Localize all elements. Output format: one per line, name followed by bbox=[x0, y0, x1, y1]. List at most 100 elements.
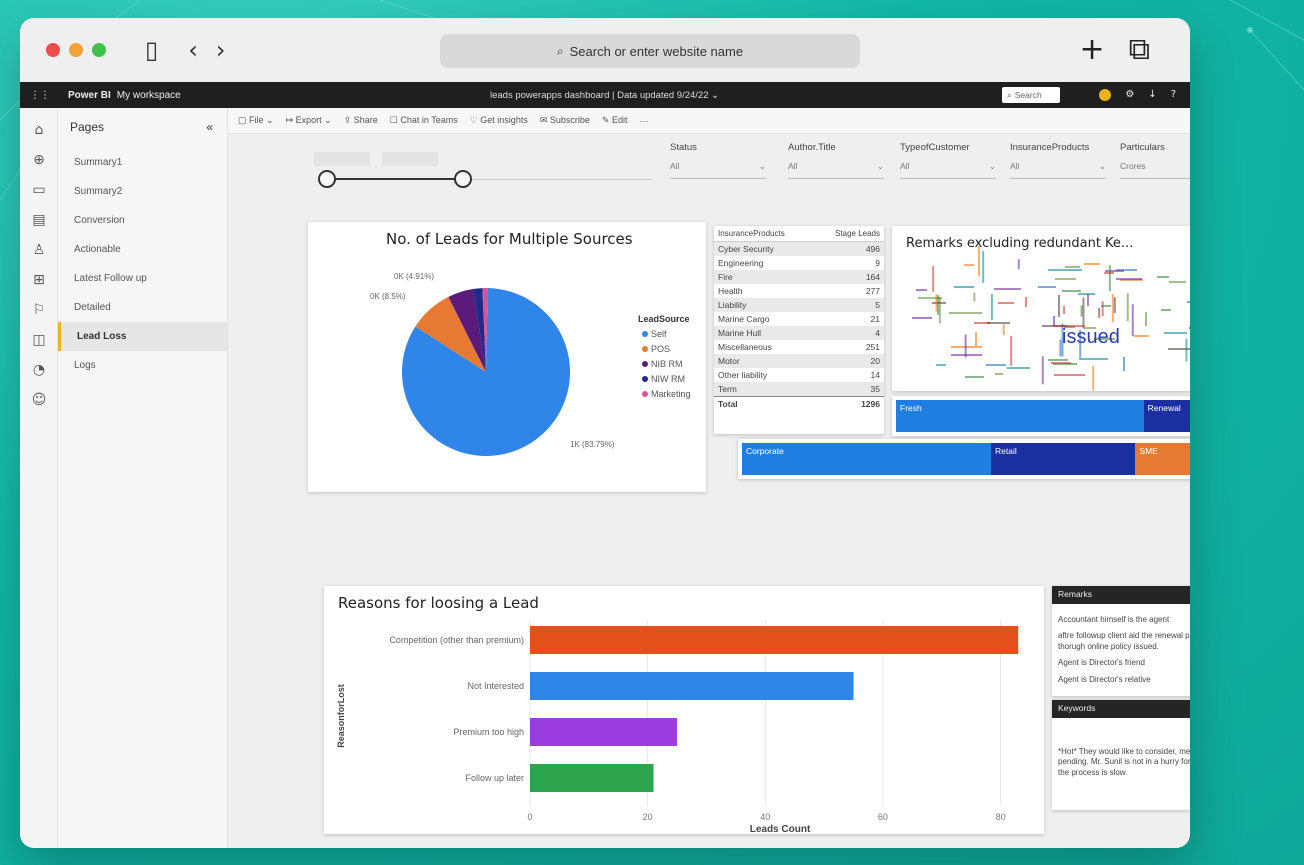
workspaces-icon[interactable]: ◫ bbox=[20, 332, 58, 348]
wordcloud-word[interactable] bbox=[1065, 266, 1081, 269]
slicer-dropdown[interactable]: All ⌄ bbox=[900, 161, 996, 179]
forward-icon[interactable]: › bbox=[216, 36, 226, 64]
wordcloud-word[interactable] bbox=[987, 321, 1011, 324]
wordcloud-word[interactable] bbox=[1009, 336, 1012, 367]
range-end-field[interactable] bbox=[382, 152, 438, 166]
wordcloud-word[interactable] bbox=[1126, 293, 1129, 321]
wordcloud-word[interactable] bbox=[1078, 358, 1109, 361]
remark-row[interactable]: Agent is Director's friend bbox=[1052, 655, 1190, 671]
lead-source-pie-card[interactable]: No. of Leads for Multiple Sources 0K (4.… bbox=[308, 222, 706, 492]
remarks-table[interactable]: Remarks Accountant himself is the agent a… bbox=[1052, 586, 1190, 696]
wordcloud-word[interactable] bbox=[1116, 278, 1142, 281]
page-item[interactable]: Latest Follow up bbox=[58, 264, 227, 293]
learn-icon[interactable]: ⚐ bbox=[20, 302, 58, 318]
wordcloud-word[interactable] bbox=[1058, 294, 1061, 317]
remark-row[interactable]: Agent is Director's relative bbox=[1052, 672, 1190, 688]
customer-segment-bar[interactable]: Corporate Retail SME bbox=[738, 439, 1190, 479]
slicer-dropdown[interactable]: All ⌄ bbox=[670, 161, 766, 179]
wordcloud-word[interactable] bbox=[1054, 374, 1086, 377]
wordcloud-word[interactable] bbox=[1025, 297, 1028, 308]
wordcloud-word[interactable] bbox=[1051, 361, 1071, 364]
wordcloud-word[interactable] bbox=[997, 301, 1014, 304]
legend-item[interactable]: NIW RM bbox=[642, 374, 691, 384]
wordcloud-word[interactable] bbox=[1164, 332, 1187, 335]
home-icon[interactable]: ⌂ bbox=[20, 122, 58, 138]
wordcloud-word[interactable] bbox=[1048, 358, 1068, 361]
wordcloud-word[interactable] bbox=[1002, 324, 1005, 336]
segment[interactable]: Renewal bbox=[1143, 400, 1190, 432]
table-row[interactable]: Miscellaneous 251 bbox=[714, 340, 884, 354]
share-button[interactable]: ⇪ Share bbox=[344, 115, 378, 126]
remark-row[interactable]: Accountant himself is the agent bbox=[1052, 612, 1190, 628]
page-item[interactable]: Actionable bbox=[58, 235, 227, 264]
wordcloud-word[interactable] bbox=[1063, 305, 1066, 315]
table-row[interactable]: Health 277 bbox=[714, 284, 884, 298]
customer-type-bar[interactable]: Fresh Renewal bbox=[892, 396, 1190, 436]
wordcloud-word[interactable] bbox=[1048, 268, 1082, 271]
wordcloud-word[interactable] bbox=[990, 294, 993, 321]
wordcloud-word[interactable] bbox=[977, 246, 980, 277]
wordcloud-word[interactable] bbox=[954, 286, 974, 289]
wordcloud-word[interactable] bbox=[1114, 296, 1117, 313]
col-header-product[interactable]: InsuranceProducts bbox=[714, 226, 814, 242]
legend-item[interactable]: Self bbox=[642, 329, 691, 339]
wordcloud-word[interactable] bbox=[981, 250, 984, 284]
slicer[interactable]: Author.Title All ⌄ bbox=[788, 142, 884, 179]
bar[interactable] bbox=[530, 764, 654, 792]
wordcloud-word[interactable] bbox=[1006, 367, 1031, 370]
collapse-pages-icon[interactable]: « bbox=[206, 120, 213, 134]
wordcloud-word[interactable] bbox=[1169, 281, 1187, 284]
date-range-slicer[interactable] bbox=[314, 152, 664, 188]
file-menu[interactable]: ▢ File ⌄ bbox=[238, 115, 274, 126]
wordcloud-word[interactable] bbox=[975, 331, 978, 346]
legend-item[interactable]: POS bbox=[642, 344, 691, 354]
stage-leads-table[interactable]: InsuranceProducts Stage Leads Cyber Secu… bbox=[714, 226, 884, 434]
wordcloud-word[interactable] bbox=[973, 292, 976, 302]
wordcloud-word[interactable] bbox=[1122, 356, 1125, 371]
wordcloud-word[interactable] bbox=[1083, 262, 1101, 265]
wordcloud-word[interactable] bbox=[964, 376, 985, 379]
segment[interactable]: SME bbox=[1135, 443, 1190, 475]
wordcloud-word[interactable] bbox=[964, 264, 975, 267]
table-row[interactable]: Cyber Security 496 bbox=[714, 241, 884, 256]
remarks-header[interactable]: Remarks bbox=[1052, 586, 1190, 604]
wordcloud-word[interactable] bbox=[1185, 338, 1188, 362]
table-row[interactable]: Liability 5 bbox=[714, 298, 884, 312]
edit-button[interactable]: ✎ Edit bbox=[602, 115, 628, 126]
workspace-link[interactable]: My workspace bbox=[117, 90, 181, 101]
wordcloud-card[interactable]: Remarks excluding redundant Ke... issued bbox=[892, 226, 1190, 391]
wordcloud-word[interactable] bbox=[1101, 301, 1104, 318]
search-input[interactable]: ⌕ Search bbox=[1002, 87, 1060, 103]
maximize-window-button[interactable] bbox=[92, 43, 106, 57]
table-row[interactable]: Other liability 14 bbox=[714, 368, 884, 382]
chat-in-teams-button[interactable]: ☐ Chat in Teams bbox=[390, 115, 458, 126]
slicer-dropdown[interactable]: All ⌄ bbox=[1010, 161, 1106, 179]
page-item[interactable]: Lead Loss bbox=[58, 322, 227, 351]
wordcloud-word[interactable] bbox=[985, 364, 1007, 367]
wordcloud-word[interactable] bbox=[993, 287, 1022, 290]
slicer-dropdown[interactable]: All ⌄ bbox=[788, 161, 884, 179]
wordcloud-word[interactable] bbox=[1108, 265, 1111, 291]
report-title-bar[interactable]: leads powerapps dashboard | Data updated… bbox=[490, 90, 719, 101]
table-row[interactable]: Term 35 bbox=[714, 382, 884, 397]
wordcloud-word[interactable] bbox=[917, 296, 942, 299]
minimize-window-button[interactable] bbox=[69, 43, 83, 57]
help-icon[interactable]: ? bbox=[1171, 89, 1176, 101]
tab-overview-icon[interactable]: ⧉ bbox=[1129, 32, 1150, 67]
table-row[interactable]: Fire 164 bbox=[714, 270, 884, 284]
more-options-button[interactable]: ··· bbox=[639, 116, 648, 126]
browse-icon[interactable]: ▭ bbox=[20, 182, 58, 198]
create-icon[interactable]: ⊕ bbox=[20, 152, 58, 168]
slicer-dropdown[interactable]: Crores⌄ bbox=[1120, 161, 1190, 179]
wordcloud-word[interactable] bbox=[916, 288, 928, 291]
back-icon[interactable]: ‹ bbox=[188, 36, 198, 64]
loss-reasons-card[interactable]: Reasons for loosing a Lead 0 20 40 60 80 Comp… bbox=[324, 586, 1044, 834]
page-item[interactable]: Conversion bbox=[58, 206, 227, 235]
keywords-header[interactable]: Keywords bbox=[1052, 700, 1190, 718]
address-bar[interactable]: ⌕ Search or enter website name bbox=[440, 34, 860, 68]
slicer[interactable]: TypeofCustomer All ⌄ bbox=[900, 142, 996, 179]
loss-reasons-chart[interactable]: 0 20 40 60 80 Competition (other than premium… bbox=[324, 586, 1044, 834]
table-row[interactable]: Motor 20 bbox=[714, 354, 884, 368]
wordcloud-word[interactable] bbox=[1082, 297, 1085, 329]
wordcloud-word[interactable] bbox=[1145, 312, 1148, 327]
